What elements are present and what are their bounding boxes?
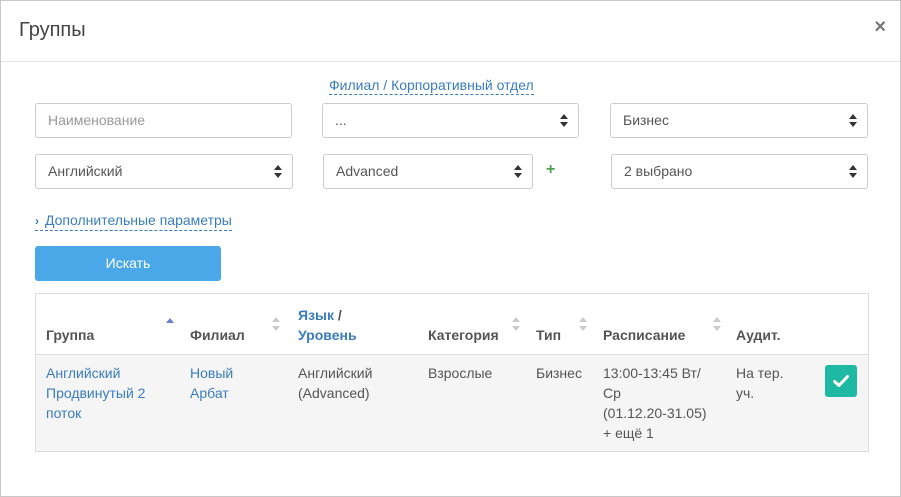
- select-caret-icon: [560, 114, 568, 127]
- branch-select[interactable]: ...: [322, 103, 579, 138]
- col-group-header[interactable]: Группа: [46, 325, 94, 345]
- col-room-header: Аудит.: [736, 327, 781, 343]
- col-schedule-header[interactable]: Расписание: [603, 325, 685, 345]
- col-type-header[interactable]: Тип: [536, 325, 561, 345]
- level-line: (Advanced): [298, 385, 370, 401]
- col-language-header[interactable]: Язык /: [298, 305, 342, 325]
- room-line: На тер.: [736, 365, 784, 381]
- select-group-button[interactable]: [825, 365, 857, 397]
- more-params-label: Дополнительные параметры: [45, 212, 232, 228]
- group-name-line: поток: [46, 405, 82, 421]
- chevron-right-icon: ›: [35, 214, 39, 228]
- group-name-line: Английский: [46, 365, 121, 381]
- close-icon[interactable]: ×: [874, 15, 886, 39]
- language-select-value: Английский: [48, 163, 123, 179]
- checkmark-icon: [833, 375, 849, 387]
- col-level-link[interactable]: Уровень: [298, 325, 357, 345]
- name-input[interactable]: Наименование: [35, 103, 292, 138]
- language-select[interactable]: Английский: [35, 154, 293, 189]
- modal-title: Группы: [19, 19, 86, 41]
- category-select[interactable]: 2 выбрано: [611, 154, 868, 189]
- category-cell: Взрослые: [428, 365, 493, 381]
- schedule-cell: 13:00-13:45 Вт/ Ср (01.12.20-31.05) + ещ…: [603, 363, 707, 443]
- type-select-value: Бизнес: [623, 112, 669, 128]
- col-language-sep: /: [337, 307, 342, 323]
- name-input-placeholder: Наименование: [48, 112, 146, 128]
- level-select-value: Advanced: [336, 163, 399, 179]
- sort-icon[interactable]: [713, 317, 721, 331]
- groups-table: Группа Филиал Язык / Уровень Категория Т…: [35, 293, 869, 452]
- more-params-toggle[interactable]: › Дополнительные параметры: [35, 211, 232, 231]
- language-line: Английский: [298, 365, 373, 381]
- schedule-more[interactable]: + ещё 1: [603, 423, 707, 443]
- language-cell: Английский (Advanced): [298, 363, 372, 403]
- select-caret-icon: [849, 165, 857, 178]
- type-select[interactable]: Бизнес: [610, 103, 868, 138]
- branch-name-line: Арбат: [190, 385, 229, 401]
- groups-modal: Группы × Филиал / Корпоративный отдел На…: [0, 0, 901, 497]
- schedule-line: 13:00-13:45 Вт/: [603, 365, 701, 381]
- select-caret-icon: [274, 165, 282, 178]
- sort-icon[interactable]: [272, 317, 280, 331]
- col-branch-header[interactable]: Филиал: [190, 325, 245, 345]
- col-category-header[interactable]: Категория: [428, 325, 499, 345]
- table-row: Английский Продвинутый 2 поток Новый Арб…: [36, 355, 868, 451]
- select-caret-icon: [849, 114, 857, 127]
- sort-asc-icon[interactable]: [166, 316, 174, 330]
- branch-select-value: ...: [335, 112, 347, 128]
- col-language-link[interactable]: Язык: [298, 307, 334, 323]
- level-select[interactable]: Advanced: [323, 154, 533, 189]
- group-name-line: Продвинутый 2: [46, 385, 146, 401]
- table-header: Группа Филиал Язык / Уровень Категория Т…: [36, 294, 868, 355]
- group-name-link[interactable]: Английский Продвинутый 2 поток: [46, 363, 145, 423]
- branch-department-link[interactable]: Филиал / Корпоративный отдел: [329, 77, 534, 95]
- sort-icon[interactable]: [512, 317, 520, 331]
- add-level-plus-icon[interactable]: +: [546, 162, 555, 178]
- category-select-value: 2 выбрано: [624, 163, 693, 179]
- room-line: уч.: [736, 385, 755, 401]
- branch-name-line: Новый: [190, 365, 234, 381]
- sort-icon[interactable]: [579, 317, 587, 331]
- modal-header: Группы ×: [1, 1, 900, 62]
- schedule-line: (01.12.20-31.05): [603, 405, 707, 421]
- schedule-line: Ср: [603, 385, 621, 401]
- search-button[interactable]: Искать: [35, 246, 221, 281]
- room-cell: На тер. уч.: [736, 363, 784, 403]
- branch-link-cell[interactable]: Новый Арбат: [190, 363, 233, 403]
- type-cell: Бизнес: [536, 365, 582, 381]
- select-caret-icon: [514, 165, 522, 178]
